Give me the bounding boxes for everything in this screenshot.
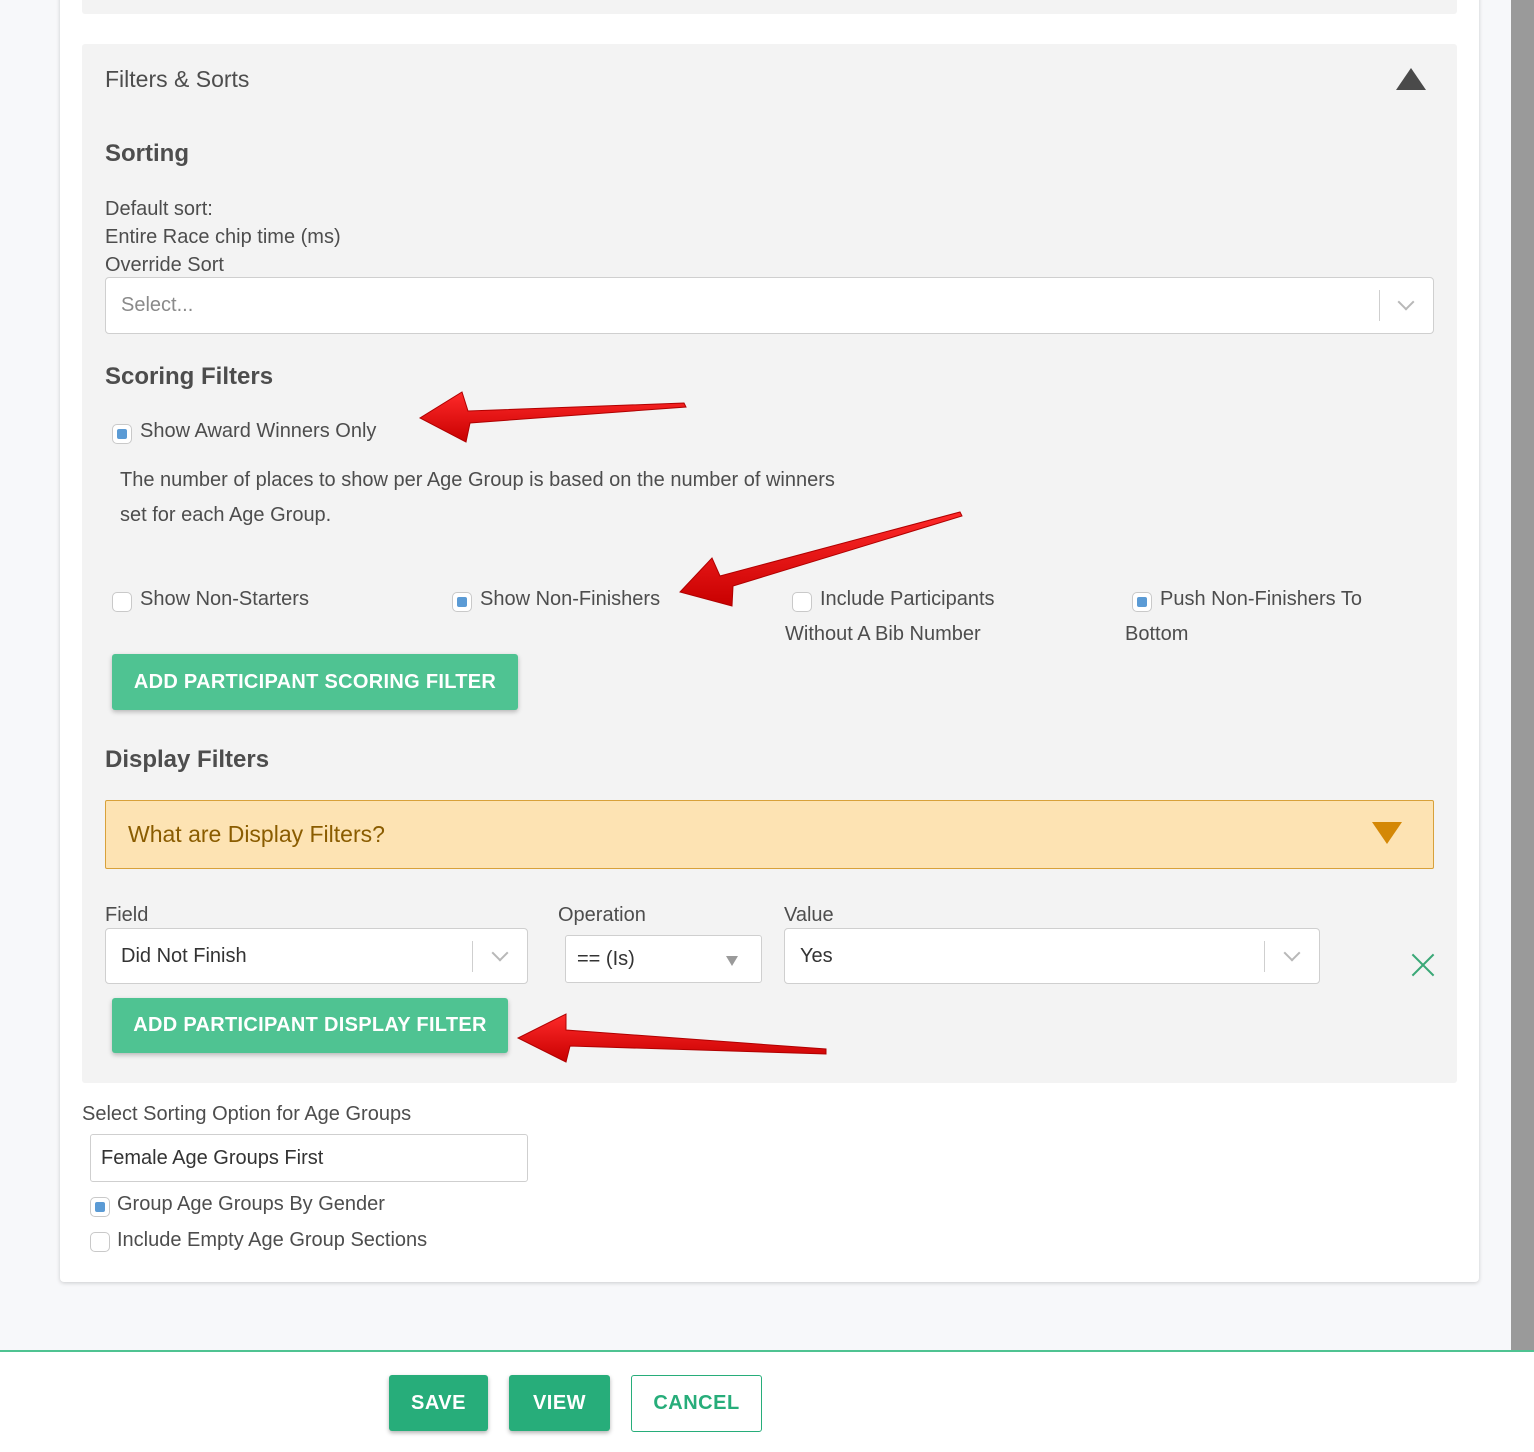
previous-panel (82, 0, 1457, 14)
non-finishers-checkbox[interactable] (452, 592, 472, 612)
value-select-value: Yes (800, 944, 833, 967)
field-select-value: Did Not Finish (121, 944, 247, 967)
collapse-triangle-icon[interactable] (1396, 68, 1426, 90)
expand-triangle-icon[interactable] (1372, 822, 1402, 844)
select-separator (1264, 941, 1265, 972)
dropdown-arrow-icon[interactable] (726, 956, 738, 966)
override-sort-placeholder: Select... (121, 294, 194, 316)
panel-title: Filters & Sorts (105, 66, 250, 92)
group-by-gender-checkbox[interactable] (90, 1197, 110, 1217)
include-empty-label: Include Empty Age Group Sections (117, 1229, 428, 1251)
push-non-finishers-label-line-1: Push Non-Finishers To (1160, 588, 1362, 610)
chevron-down-icon[interactable] (1283, 944, 1301, 962)
no-bib-label-line-1: Include Participants (820, 588, 995, 610)
non-starters-label: Show Non-Starters (140, 588, 309, 610)
field-select[interactable]: Did Not Finish (105, 928, 528, 984)
age-group-sort-select[interactable]: Female Age Groups First (90, 1134, 528, 1182)
cancel-button[interactable]: CANCEL (631, 1375, 762, 1432)
sorting-heading: Sorting (105, 140, 189, 167)
help-text-line-1: The number of places to show per Age Gro… (120, 469, 835, 491)
info-box-title: What are Display Filters? (128, 821, 385, 847)
view-button[interactable]: VIEW (509, 1375, 610, 1431)
override-sort-label: Override Sort (105, 254, 224, 276)
save-button[interactable]: SAVE (389, 1375, 488, 1431)
push-non-finishers-label-line-2: Bottom (1125, 623, 1189, 645)
award-winners-label: Show Award Winners Only (140, 420, 377, 442)
default-sort-label: Default sort: (105, 198, 213, 220)
select-separator (1379, 290, 1380, 321)
help-text-line-2: set for each Age Group. (120, 504, 332, 526)
override-sort-select[interactable]: Select... (105, 277, 1434, 334)
operation-select[interactable]: == (Is) (565, 935, 762, 983)
value-select[interactable]: Yes (784, 928, 1320, 984)
remove-filter-close-icon[interactable] (1410, 952, 1436, 978)
push-non-finishers-checkbox[interactable] (1132, 592, 1152, 612)
operation-select-value: == (Is) (577, 947, 635, 970)
award-winners-checkbox[interactable] (112, 424, 132, 444)
non-finishers-label: Show Non-Finishers (480, 588, 661, 610)
chevron-down-icon[interactable] (491, 944, 509, 962)
scoring-filters-heading: Scoring Filters (105, 363, 274, 390)
group-by-gender-label: Group Age Groups By Gender (117, 1193, 385, 1215)
no-bib-label-line-2: Without A Bib Number (785, 623, 981, 645)
field-label: Field (105, 904, 149, 926)
chevron-down-icon[interactable] (1397, 293, 1415, 311)
add-scoring-filter-button[interactable]: ADD PARTICIPANT SCORING FILTER (112, 654, 518, 710)
default-sort-value: Entire Race chip time (ms) (105, 226, 341, 248)
display-filters-heading: Display Filters (105, 746, 270, 773)
age-group-sort-value: Female Age Groups First (101, 1146, 324, 1169)
add-display-filter-button[interactable]: ADD PARTICIPANT DISPLAY FILTER (112, 998, 508, 1053)
age-group-sort-label: Select Sorting Option for Age Groups (82, 1103, 412, 1125)
scrollbar[interactable] (1511, 0, 1534, 1352)
select-separator (472, 941, 473, 972)
value-label: Value (784, 904, 834, 926)
footer-bar (0, 1350, 1534, 1452)
no-bib-checkbox[interactable] (792, 592, 812, 612)
display-filters-info-accordion[interactable]: What are Display Filters? (105, 800, 1434, 869)
non-starters-checkbox[interactable] (112, 592, 132, 612)
include-empty-checkbox[interactable] (90, 1232, 110, 1252)
operation-label: Operation (558, 904, 646, 926)
